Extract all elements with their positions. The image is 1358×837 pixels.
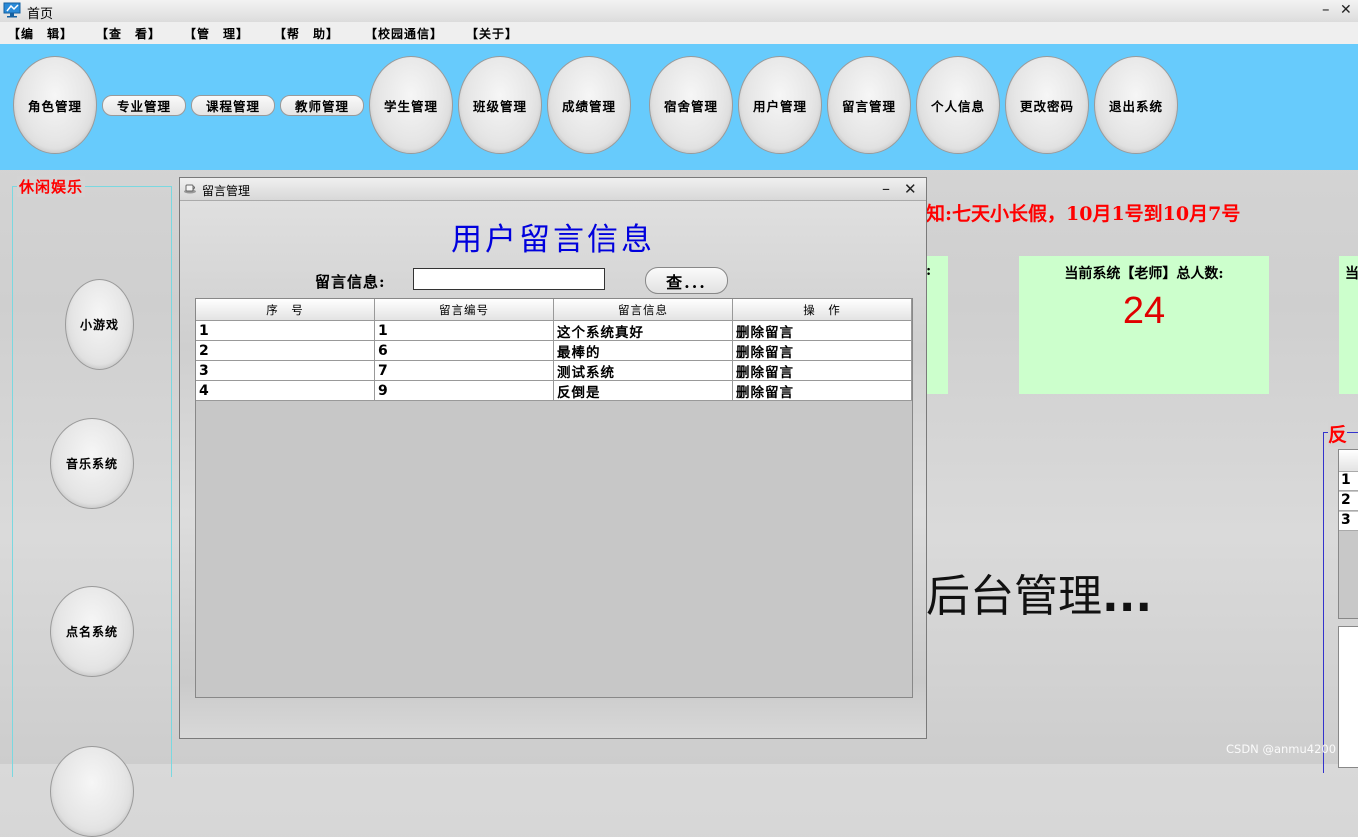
feedback-row[interactable]: 2 [1339, 492, 1358, 511]
dorm-manage-button[interactable]: 宿舍管理 [649, 56, 733, 154]
minimize-button[interactable]: – [1322, 0, 1330, 18]
cell-index[interactable]: 2 [196, 341, 375, 361]
message-manage-button[interactable]: 留言管理 [827, 56, 911, 154]
message-table: 序 号 留言编号 留言信息 操 作 1 1 这个系统真好 删除留言 2 6 最棒… [195, 298, 913, 698]
course-manage-button[interactable]: 课程管理 [191, 95, 275, 116]
cell-message-id[interactable]: 9 [375, 381, 554, 401]
search-input[interactable] [413, 268, 605, 290]
music-system-button[interactable]: 音乐系统 [50, 418, 134, 509]
feedback-row[interactable]: 1 [1339, 472, 1358, 491]
dialog-title: 留言管理 [202, 184, 251, 198]
message-manage-dialog: 留言管理 – ✕ 用户留言信息 留言信息: 查... 序 号 留言编号 留言信息… [179, 177, 927, 739]
menu-bar: 【编 辑】 【查 看】 【管 理】 【帮 助】 【校园通信】 【关于】 [0, 22, 1358, 44]
cell-delete-action[interactable]: 删除留言 [733, 341, 912, 361]
watermark: CSDN @anmu4200 [1226, 742, 1337, 756]
dialog-title-bar: 留言管理 – ✕ [180, 178, 926, 201]
cell-message-text[interactable]: 最棒的 [554, 341, 733, 361]
cell-index[interactable]: 3 [196, 361, 375, 381]
feedback-table: 1 2 3 [1338, 449, 1358, 619]
exit-system-button[interactable]: 退出系统 [1094, 56, 1178, 154]
toolbar: 角色管理 专业管理 课程管理 教师管理 学生管理 班级管理 成绩管理 宿舍管理 … [0, 44, 1358, 170]
dialog-close-button[interactable]: ✕ [904, 180, 917, 198]
table-row[interactable]: 2 6 最棒的 删除留言 [196, 341, 912, 361]
cell-index[interactable]: 1 [196, 321, 375, 341]
feedback-table-header [1339, 450, 1358, 472]
background-title-dots: ... [1102, 571, 1153, 622]
role-manage-button[interactable]: 角色管理 [13, 56, 97, 154]
cell-message-text[interactable]: 这个系统真好 [554, 321, 733, 341]
search-label: 留言信息: [315, 273, 386, 291]
change-password-button[interactable]: 更改密码 [1005, 56, 1089, 154]
cell-message-text[interactable]: 反倒是 [554, 381, 733, 401]
teacher-count-label: 当前系统【老师】总人数: [1064, 266, 1224, 282]
roll-call-button[interactable]: 点名系统 [50, 586, 134, 677]
teacher-count-value: 24 [1122, 290, 1166, 332]
cell-message-id[interactable]: 7 [375, 361, 554, 381]
dialog-heading: 用户留言信息 [451, 222, 655, 258]
menu-view[interactable]: 【查 看】 [96, 25, 161, 42]
app-monitor-icon [3, 2, 21, 18]
table-header: 序 号 留言编号 留言信息 操 作 [196, 299, 912, 321]
major-manage-button[interactable]: 专业管理 [102, 95, 186, 116]
background-title: 后台管理... [926, 560, 1152, 624]
teacher-manage-button[interactable]: 教师管理 [280, 95, 364, 116]
grade-manage-button[interactable]: 成绩管理 [547, 56, 631, 154]
column-header-action[interactable]: 操 作 [733, 299, 912, 321]
mini-game-button[interactable]: 小游戏 [65, 279, 134, 370]
table-row[interactable]: 3 7 测试系统 删除留言 [196, 361, 912, 381]
dialog-minimize-button[interactable]: – [882, 179, 890, 198]
menu-manage[interactable]: 【管 理】 [184, 25, 249, 42]
leisure-panel-title: 休闲娱乐 [17, 176, 86, 197]
feedback-panel-title: 反 [1328, 420, 1348, 447]
profile-button[interactable]: 个人信息 [916, 56, 1000, 154]
stat-left-label: : [926, 263, 932, 279]
background-title-text: 后台管理 [926, 571, 1102, 622]
table-row[interactable]: 4 9 反倒是 删除留言 [196, 381, 912, 401]
cell-message-text[interactable]: 测试系统 [554, 361, 733, 381]
stat-right-label: 当 [1345, 266, 1358, 282]
cell-delete-action[interactable]: 删除留言 [733, 361, 912, 381]
menu-campus-comm[interactable]: 【校园通信】 [365, 25, 443, 42]
search-button[interactable]: 查... [645, 267, 728, 294]
cell-delete-action[interactable]: 删除留言 [733, 321, 912, 341]
cell-message-id[interactable]: 6 [375, 341, 554, 361]
class-manage-button[interactable]: 班级管理 [458, 56, 542, 154]
app-title-bar: 首页 – ✕ [0, 0, 1358, 23]
feedback-text-area[interactable] [1338, 626, 1358, 768]
menu-help[interactable]: 【帮 助】 [274, 25, 339, 42]
student-manage-button[interactable]: 学生管理 [369, 56, 453, 154]
leisure-extra-button[interactable] [50, 746, 134, 837]
column-header-index[interactable]: 序 号 [196, 299, 375, 321]
column-header-message-id[interactable]: 留言编号 [375, 299, 554, 321]
cell-message-id[interactable]: 1 [375, 321, 554, 341]
close-button[interactable]: ✕ [1340, 2, 1352, 18]
stat-card-right: 当 [1339, 256, 1358, 394]
menu-edit[interactable]: 【编 辑】 [8, 25, 73, 42]
app-title: 首页 [27, 7, 54, 22]
table-row[interactable]: 1 1 这个系统真好 删除留言 [196, 321, 912, 341]
coffee-cup-icon [184, 184, 196, 194]
cell-delete-action[interactable]: 删除留言 [733, 381, 912, 401]
feedback-row[interactable]: 3 [1339, 512, 1358, 531]
notice-text: 知:七天小长假，10月1号到10月7号 [926, 203, 1241, 225]
user-manage-button[interactable]: 用户管理 [738, 56, 822, 154]
cell-index[interactable]: 4 [196, 381, 375, 401]
menu-about[interactable]: 【关于】 [466, 25, 518, 42]
stat-card-teachers: 当前系统【老师】总人数: 24 [1019, 256, 1269, 394]
column-header-message-text[interactable]: 留言信息 [554, 299, 733, 321]
